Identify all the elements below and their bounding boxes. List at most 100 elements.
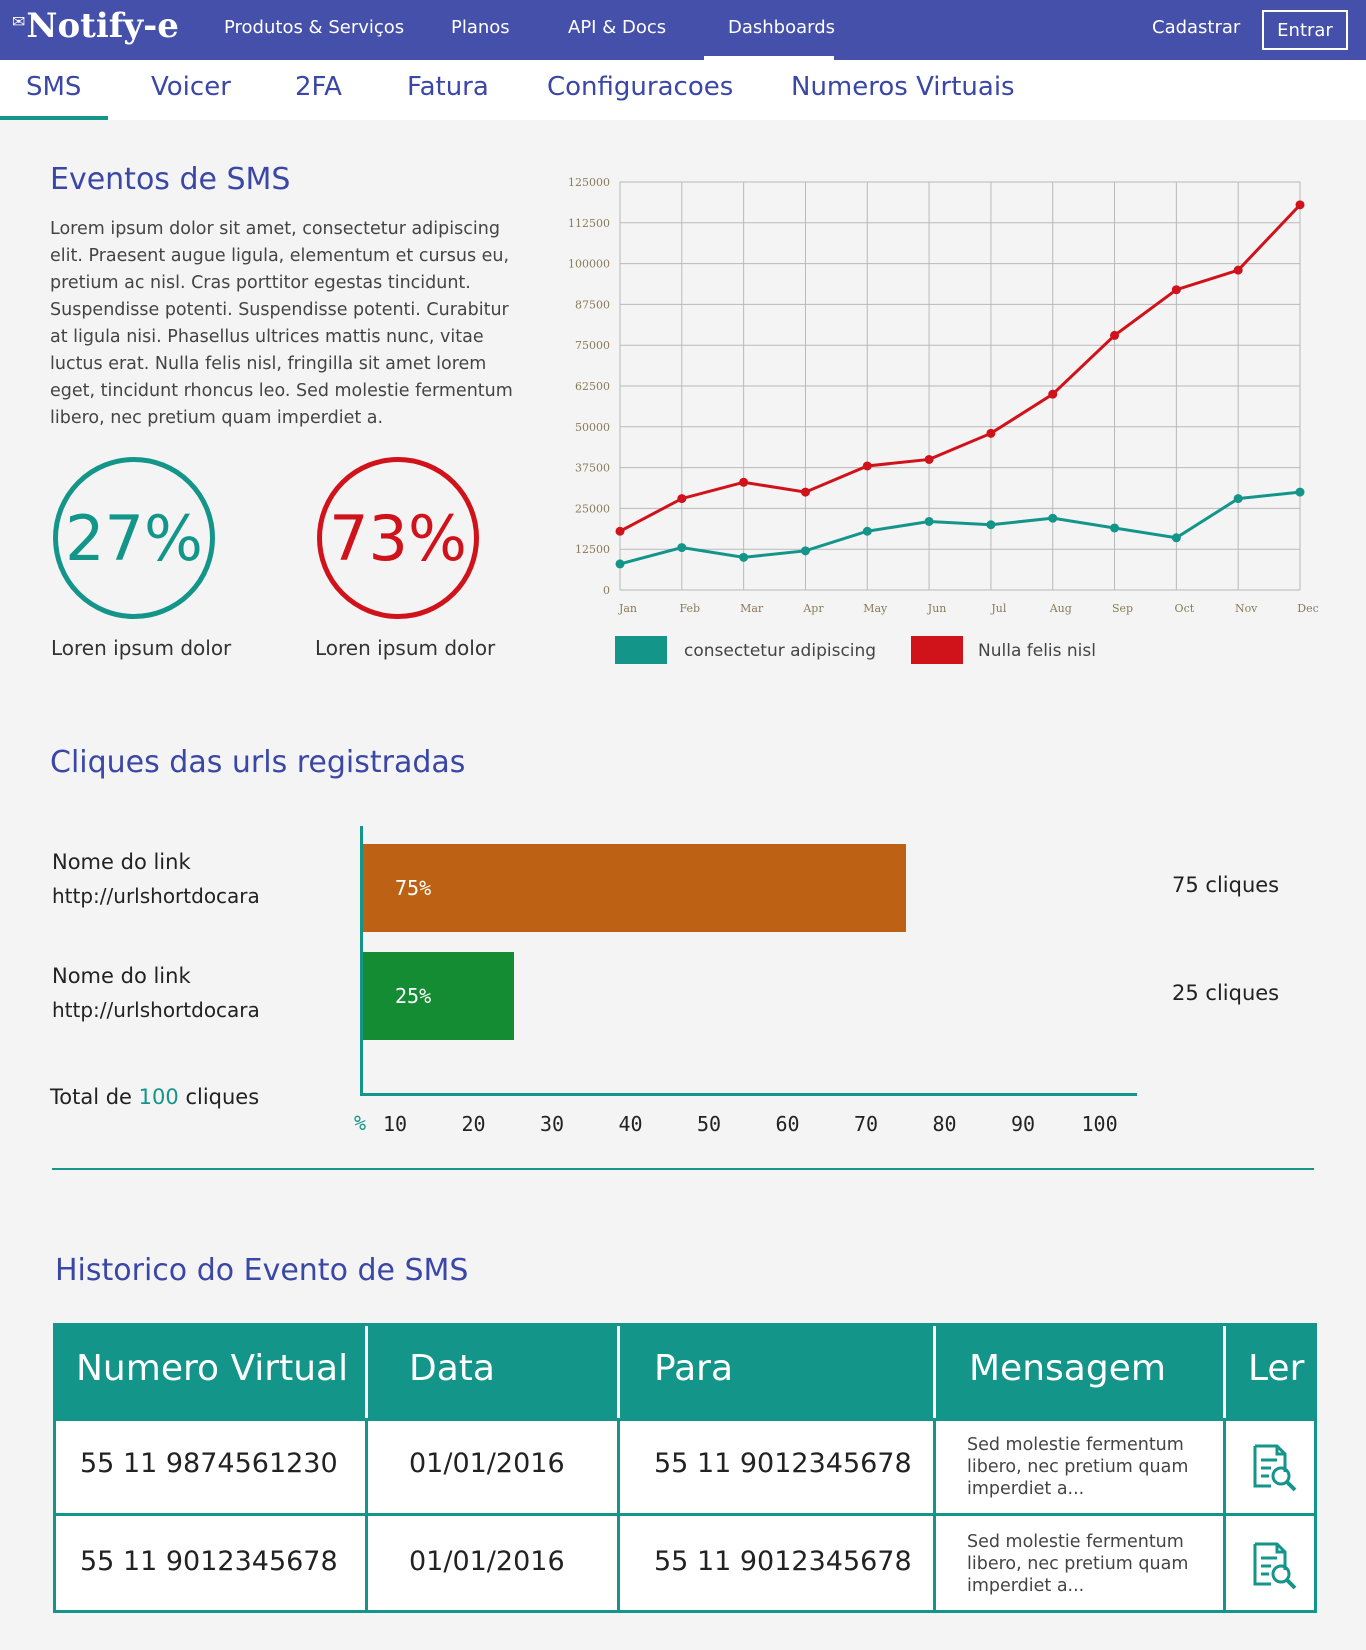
y-tick-label: 125000 xyxy=(568,176,610,189)
cell-para: 55 11 9012345678 xyxy=(654,1448,912,1479)
data-point xyxy=(1048,389,1058,399)
y-tick-label: 87500 xyxy=(575,298,610,311)
stat-ring-teal: 27% xyxy=(53,457,215,619)
eventos-description: Lorem ipsum dolor sit amet, consectetur … xyxy=(50,219,513,428)
x-tick-label: 30 xyxy=(540,1112,565,1136)
tab-voicer[interactable]: Voicer xyxy=(151,72,231,102)
logo-text: Notify-e xyxy=(26,6,179,46)
sub-navbar: SMS Voicer 2FA Fatura Configuracoes Nume… xyxy=(0,60,1366,120)
data-point xyxy=(1295,487,1305,497)
cliques-title: Cliques das urls registradas xyxy=(50,745,466,780)
x-tick-label: 100 xyxy=(1081,1112,1118,1136)
column-header: Ler xyxy=(1248,1348,1305,1389)
data-point xyxy=(1110,523,1120,533)
stat-label: Loren ipsum dolor xyxy=(315,636,496,660)
x-tick-label: Feb xyxy=(680,602,701,615)
y-tick-label: 100000 xyxy=(568,258,610,271)
x-tick-label: Sep xyxy=(1112,602,1133,615)
axis-unit: % xyxy=(354,1111,367,1135)
row-divider xyxy=(56,1418,1314,1421)
data-point xyxy=(924,516,934,526)
link-url[interactable]: http://urlshortdocara xyxy=(52,998,260,1022)
data-point xyxy=(924,454,934,464)
column-divider xyxy=(933,1326,936,1418)
historico-title: Historico do Evento de SMS xyxy=(55,1253,469,1288)
stat-value: 27% xyxy=(65,501,203,575)
data-point xyxy=(739,477,749,487)
y-tick-label: 62500 xyxy=(575,380,610,393)
tab-numeros-virtuais[interactable]: Numeros Virtuais xyxy=(791,72,1015,102)
top-navbar: ✉ Notify-e Produtos & Serviços Planos AP… xyxy=(0,0,1366,60)
data-point xyxy=(800,546,810,556)
nav-api-docs[interactable]: API & Docs xyxy=(568,17,666,38)
data-point xyxy=(1233,494,1243,504)
login-button[interactable]: Entrar xyxy=(1262,10,1348,50)
legend-swatch-teal xyxy=(615,636,667,664)
link-url[interactable]: http://urlshortdocara xyxy=(52,884,260,908)
section-divider xyxy=(52,1168,1314,1170)
y-tick-label: 12500 xyxy=(575,543,610,556)
legend-label: consectetur adipiscing xyxy=(684,641,877,661)
bar-axis-y xyxy=(360,826,363,1096)
logo[interactable]: ✉ Notify-e xyxy=(12,6,179,46)
cell-mensagem: Sed molestie fermentum libero, nec preti… xyxy=(967,1532,1189,1596)
data-point xyxy=(1171,533,1181,543)
row-divider xyxy=(56,1513,1314,1516)
stat-label: Loren ipsum dolor xyxy=(51,636,232,660)
x-tick-label: Apr xyxy=(802,602,824,615)
read-document-icon[interactable] xyxy=(1247,1442,1299,1492)
nav-planos[interactable]: Planos xyxy=(451,17,510,38)
eventos-title: Eventos de SMS xyxy=(50,162,291,197)
sms-history-table: Numero Virtual Data Para Mensagem Ler 55… xyxy=(53,1323,1317,1613)
data-point xyxy=(1233,265,1243,275)
read-document-icon[interactable] xyxy=(1247,1540,1299,1590)
x-tick-label: Aug xyxy=(1049,602,1072,615)
x-tick-label: 80 xyxy=(932,1112,957,1136)
x-tick-label: Dec xyxy=(1297,602,1319,615)
click-count: 75 cliques xyxy=(1172,873,1280,897)
data-point xyxy=(739,552,749,562)
legend-swatch-red xyxy=(911,636,963,664)
cell-mensagem: Sed molestie fermentum libero, nec preti… xyxy=(967,1435,1189,1499)
x-tick-label: Mar xyxy=(740,602,764,615)
data-point xyxy=(1110,330,1120,340)
tab-configuracoes[interactable]: Configuracoes xyxy=(547,72,733,102)
column-divider xyxy=(1223,1326,1226,1418)
tab-sms[interactable]: SMS xyxy=(26,72,81,102)
data-point xyxy=(986,428,996,438)
nav-dashboards[interactable]: Dashboards xyxy=(728,17,835,38)
y-tick-label: 0 xyxy=(603,584,610,597)
x-tick-label: 50 xyxy=(697,1112,722,1136)
signup-link[interactable]: Cadastrar xyxy=(1152,17,1240,38)
total-prefix: Total de xyxy=(50,1085,132,1109)
data-point xyxy=(677,494,687,504)
column-header: Numero Virtual xyxy=(76,1348,349,1389)
column-divider xyxy=(365,1326,368,1418)
click-bar: 25% xyxy=(363,952,514,1040)
link-name: Nome do link xyxy=(52,850,191,874)
data-point xyxy=(1048,513,1058,523)
cell-data: 01/01/2016 xyxy=(409,1546,565,1577)
nav-produtos-servicos[interactable]: Produtos & Serviços xyxy=(224,17,404,38)
data-point xyxy=(677,543,687,553)
data-point xyxy=(1171,285,1181,295)
x-tick-label: 10 xyxy=(383,1112,408,1136)
series-line xyxy=(619,203,1302,533)
bar-percent-label: 75% xyxy=(395,876,432,900)
x-tick-label: 40 xyxy=(618,1112,643,1136)
y-tick-label: 50000 xyxy=(575,421,610,434)
stat-value: 73% xyxy=(329,501,467,575)
x-tick-label: 70 xyxy=(854,1112,879,1136)
x-tick-label: 20 xyxy=(461,1112,486,1136)
total-suffix: cliques xyxy=(185,1085,260,1109)
cell-numero: 55 11 9012345678 xyxy=(80,1546,338,1577)
x-tick-label: Nov xyxy=(1235,602,1258,615)
legend-label: Nulla felis nisl xyxy=(978,641,1096,661)
x-tick-label: Oct xyxy=(1175,602,1195,615)
tab-2fa[interactable]: 2FA xyxy=(295,72,342,102)
tab-active-indicator xyxy=(0,116,108,120)
y-tick-label: 75000 xyxy=(575,339,610,352)
series-line xyxy=(619,490,1301,566)
tab-fatura[interactable]: Fatura xyxy=(407,72,489,102)
y-tick-label: 112500 xyxy=(568,217,610,230)
